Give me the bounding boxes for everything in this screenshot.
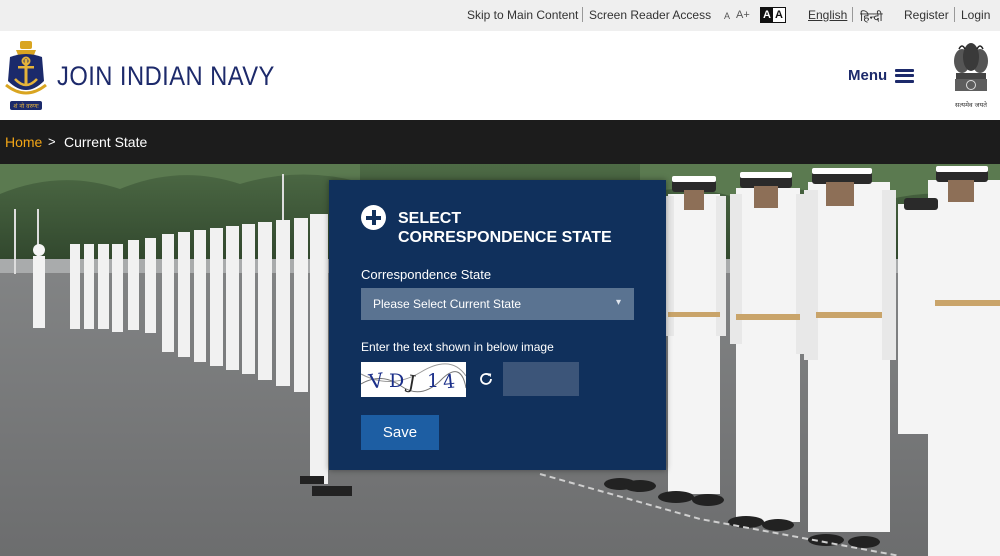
svg-text:शं नो वरुणः: शं नो वरुणः (13, 102, 39, 110)
navy-crest-icon[interactable]: शं नो वरुणः (4, 41, 48, 113)
breadcrumb-current: Current State (64, 134, 148, 150)
svg-text:4: 4 (442, 370, 456, 393)
chevron-down-icon: ▾ (615, 297, 621, 308)
font-size-increase-button[interactable]: A+ (736, 9, 750, 21)
captcha-image: V D J 1 4 (361, 362, 466, 397)
refresh-icon[interactable] (477, 370, 495, 388)
top-utility-bar: Skip to Main Content Screen Reader Acces… (0, 0, 1000, 31)
breadcrumb-home-link[interactable]: Home (5, 134, 42, 150)
skip-to-content-link[interactable]: Skip to Main Content (467, 8, 578, 22)
captcha-input[interactable] (503, 362, 579, 396)
hamburger-icon (895, 68, 915, 83)
divider (852, 7, 853, 22)
language-english-link[interactable]: English (808, 8, 847, 22)
form-title-line-2: CORRESPONDENCE STATE (398, 229, 612, 246)
svg-text:D: D (389, 370, 404, 392)
font-size-normal-button[interactable]: A (724, 11, 730, 21)
menu-button[interactable]: Menu (848, 67, 915, 84)
svg-text:1: 1 (427, 370, 439, 392)
form-title-line-1: SELECT (398, 210, 462, 227)
save-button[interactable]: Save (361, 415, 439, 450)
correspondence-state-form: SELECT CORRESPONDENCE STATE Corresponden… (329, 180, 666, 470)
captcha-label: Enter the text shown in below image (361, 340, 554, 354)
site-header: शं नो वरुणः JOIN INDIAN NAVY Menu सत्यमे… (0, 31, 1000, 120)
breadcrumb-separator: > (48, 134, 56, 149)
login-link[interactable]: Login (961, 8, 990, 22)
divider (954, 7, 955, 22)
contrast-toggle[interactable]: A A (760, 7, 786, 23)
contrast-dark-option[interactable]: A (761, 8, 773, 22)
site-brand-title[interactable]: JOIN INDIAN NAVY (57, 61, 275, 92)
breadcrumb: Home > Current State (0, 120, 1000, 164)
register-link[interactable]: Register (904, 8, 949, 22)
form-title: SELECT CORRESPONDENCE STATE (398, 209, 612, 247)
language-hindi-link[interactable]: हिन्दी (860, 8, 883, 25)
divider (582, 7, 583, 22)
emblem-motto: सत्यमेव जयते (955, 101, 987, 109)
contrast-light-option[interactable]: A (773, 8, 785, 22)
screen-reader-link[interactable]: Screen Reader Access (589, 8, 711, 22)
state-select[interactable]: Please Select Current State ▾ (361, 288, 634, 320)
state-select-value: Please Select Current State (373, 297, 522, 311)
state-field-label: Correspondence State (361, 267, 492, 282)
national-emblem-icon: सत्यमेव जयते (954, 43, 988, 109)
plus-circle-icon (361, 205, 386, 230)
menu-label: Menu (848, 67, 888, 84)
